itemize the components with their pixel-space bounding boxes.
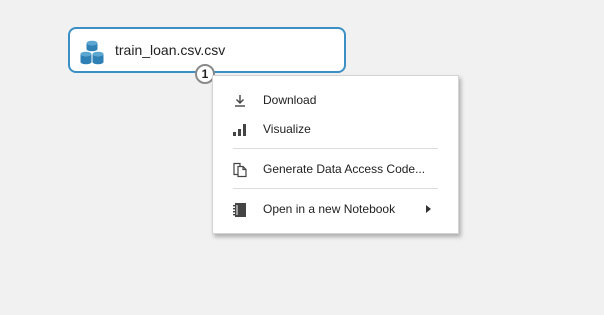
context-menu: Download Visualize Generate Data Access … xyxy=(212,75,459,234)
menu-item-download[interactable]: Download xyxy=(213,88,458,114)
menu-item-generate-data-access-code[interactable]: Generate Data Access Code... xyxy=(213,157,458,183)
menu-item-visualize[interactable]: Visualize xyxy=(213,117,458,143)
menu-item-label: Open in a new Notebook xyxy=(263,202,396,216)
menu-item-label: Visualize xyxy=(263,122,311,136)
menu-item-label: Download xyxy=(263,93,317,107)
dataset-node-label: train_loan.csv.csv xyxy=(115,42,226,58)
menu-item-open-in-new-notebook[interactable]: Open in a new Notebook xyxy=(213,197,458,223)
bar-chart-icon xyxy=(232,122,248,138)
menu-separator xyxy=(233,188,438,189)
copy-code-icon xyxy=(232,162,248,178)
menu-separator xyxy=(233,148,438,149)
dataset-icon xyxy=(80,39,104,67)
notebook-icon xyxy=(232,202,248,218)
submenu-arrow-icon xyxy=(426,205,431,213)
menu-item-label: Generate Data Access Code... xyxy=(263,162,426,176)
download-icon xyxy=(232,93,248,109)
